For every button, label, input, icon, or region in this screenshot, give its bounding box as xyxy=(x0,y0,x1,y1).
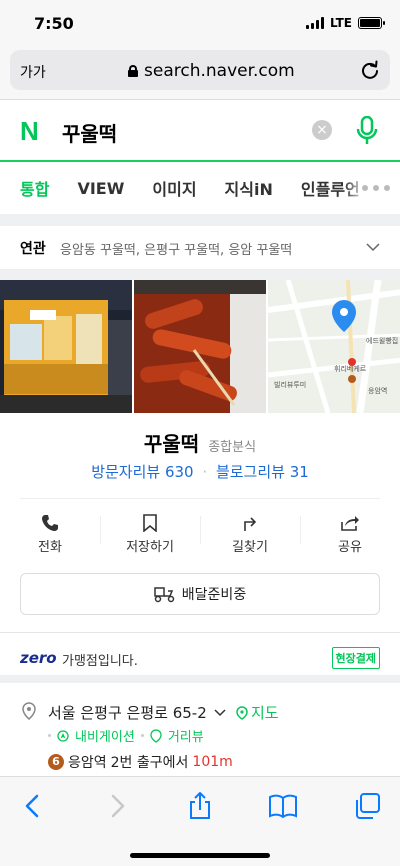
browser-toolbar xyxy=(0,776,400,866)
map-label-station: 응암역 xyxy=(368,386,387,395)
divider xyxy=(20,498,380,499)
save-button[interactable]: 저장하기 xyxy=(100,508,200,566)
address-text[interactable]: 서울 은평구 은평로 65-2 xyxy=(48,702,226,723)
call-button[interactable]: 전화 xyxy=(0,508,100,566)
share-button[interactable]: 공유 xyxy=(300,508,400,566)
call-label: 전화 xyxy=(38,540,62,555)
back-icon[interactable] xyxy=(18,791,48,821)
zero-pay-text: 가맹점입니다. xyxy=(62,654,138,669)
status-time: 7:50 xyxy=(34,14,74,33)
address-value: 서울 은평구 은평로 65-2 xyxy=(48,704,207,722)
location-map[interactable]: 에드윌빵집 휘리베케르 빌리뷰투미 응암역 xyxy=(268,280,400,413)
station-exit: 2번 출구에서 xyxy=(110,755,189,771)
delivery-label: 배달준비중 xyxy=(181,587,247,603)
lock-icon xyxy=(128,65,138,77)
zero-pay-banner: zero 가맹점입니다. 현장결제 xyxy=(0,633,400,683)
related-items[interactable]: 응암동 꾸울떡, 은평구 꾸울떡, 응암 꾸울떡 xyxy=(60,239,292,258)
street-view-link[interactable]: 거리뷰 xyxy=(168,726,204,745)
browser-address-area: 가가 search.naver.com xyxy=(0,46,400,100)
separator-dot xyxy=(140,734,144,737)
address-subactions: 내비게이션 거리뷰 xyxy=(48,726,204,745)
url-text: search.naver.com xyxy=(144,61,295,81)
directions-icon xyxy=(244,517,257,531)
share-icon xyxy=(341,516,359,531)
station-name: 응암역 xyxy=(68,755,107,771)
forward-icon[interactable] xyxy=(102,791,132,821)
map-link-label: 지도 xyxy=(251,704,279,722)
place-actions: 전화 저장하기 길찾기 공유 xyxy=(0,508,400,566)
map-pin-outline-icon xyxy=(236,705,248,720)
related-searches[interactable]: 연관 응암동 꾸울떡, 은평구 꾸울떡, 응암 꾸울떡 xyxy=(0,226,400,270)
delivery-scooter-icon xyxy=(154,587,175,603)
map-link[interactable]: 지도 xyxy=(236,702,279,723)
location-pin-icon xyxy=(22,702,36,720)
status-indicators: LTE xyxy=(305,16,385,30)
save-label: 저장하기 xyxy=(126,540,174,555)
status-bar: 7:50 LTE xyxy=(0,0,400,46)
search-tabs: 통합 VIEW 이미지 지식iN 인플루언 xyxy=(0,164,400,212)
directions-button[interactable]: 길찾기 xyxy=(200,508,300,566)
place-name[interactable]: 꾸울떡 xyxy=(144,432,199,456)
share-sheet-icon[interactable] xyxy=(185,791,215,821)
visitor-reviews-link[interactable]: 방문자리뷰 630 xyxy=(91,463,193,481)
navigation-link[interactable]: 내비게이션 xyxy=(75,726,135,745)
map-label-shop1: 에드윌빵집 xyxy=(366,336,398,345)
place-category: 종합분식 xyxy=(208,440,257,455)
signal-icon xyxy=(305,17,324,29)
search-input[interactable]: 꾸울떡 xyxy=(62,118,117,147)
onsite-payment-badge: 현장결제 xyxy=(331,647,380,669)
separator-dot xyxy=(48,734,51,737)
battery-icon xyxy=(358,17,385,29)
map-label-shop3: 빌리뷰투미 xyxy=(274,380,306,389)
separator-dot: · xyxy=(202,463,208,481)
street-view-icon xyxy=(150,728,162,743)
blog-reviews-link[interactable]: 블로그리뷰 31 xyxy=(216,463,309,481)
tabs-icon[interactable] xyxy=(352,791,382,821)
search-header: N 꾸울떡 × xyxy=(0,100,400,162)
tab-images[interactable]: 이미지 xyxy=(152,176,196,200)
phone-icon xyxy=(42,515,58,531)
reload-icon[interactable] xyxy=(360,60,380,80)
directions-label: 길찾기 xyxy=(232,540,268,555)
bookmark-icon xyxy=(143,514,157,532)
subway-line-badge: 6 xyxy=(48,754,64,770)
tab-all[interactable]: 통합 xyxy=(20,176,49,200)
clear-search-button[interactable]: × xyxy=(312,120,332,140)
nearby-station: 6 응암역 2번 출구에서 101m xyxy=(48,752,233,772)
tab-kin[interactable]: 지식iN xyxy=(225,176,273,200)
related-label: 연관 xyxy=(20,241,46,257)
delivery-button[interactable]: 배달준비중 xyxy=(20,573,380,615)
network-label: LTE xyxy=(329,16,352,30)
address-bar[interactable]: 가가 search.naver.com xyxy=(10,50,390,90)
more-tabs-icon[interactable] xyxy=(344,164,400,212)
tab-view[interactable]: VIEW xyxy=(77,179,124,198)
section-divider xyxy=(0,214,400,226)
url-display[interactable]: search.naver.com xyxy=(128,61,295,81)
navigation-icon xyxy=(57,729,69,742)
food-photo[interactable] xyxy=(134,280,266,413)
naver-logo[interactable]: N xyxy=(20,118,46,144)
place-title: 꾸울떡 종합분식 xyxy=(0,428,400,457)
chevron-down-icon[interactable] xyxy=(366,240,380,254)
chevron-down-icon[interactable] xyxy=(214,708,226,718)
zero-pay-logo: zero xyxy=(20,649,57,667)
section-divider xyxy=(0,270,400,280)
bookmarks-icon[interactable] xyxy=(268,791,298,821)
share-label: 공유 xyxy=(338,540,362,555)
station-distance: 101m xyxy=(192,754,233,770)
text-size-button[interactable]: 가가 xyxy=(20,62,46,82)
storefront-photo[interactable] xyxy=(0,280,132,413)
place-photos: 에드윌빵집 휘리베케르 빌리뷰투미 응암역 xyxy=(0,280,400,413)
microphone-icon[interactable] xyxy=(356,116,378,146)
home-indicator xyxy=(130,853,270,858)
review-counts: 방문자리뷰 630 · 블로그리뷰 31 xyxy=(0,461,400,482)
